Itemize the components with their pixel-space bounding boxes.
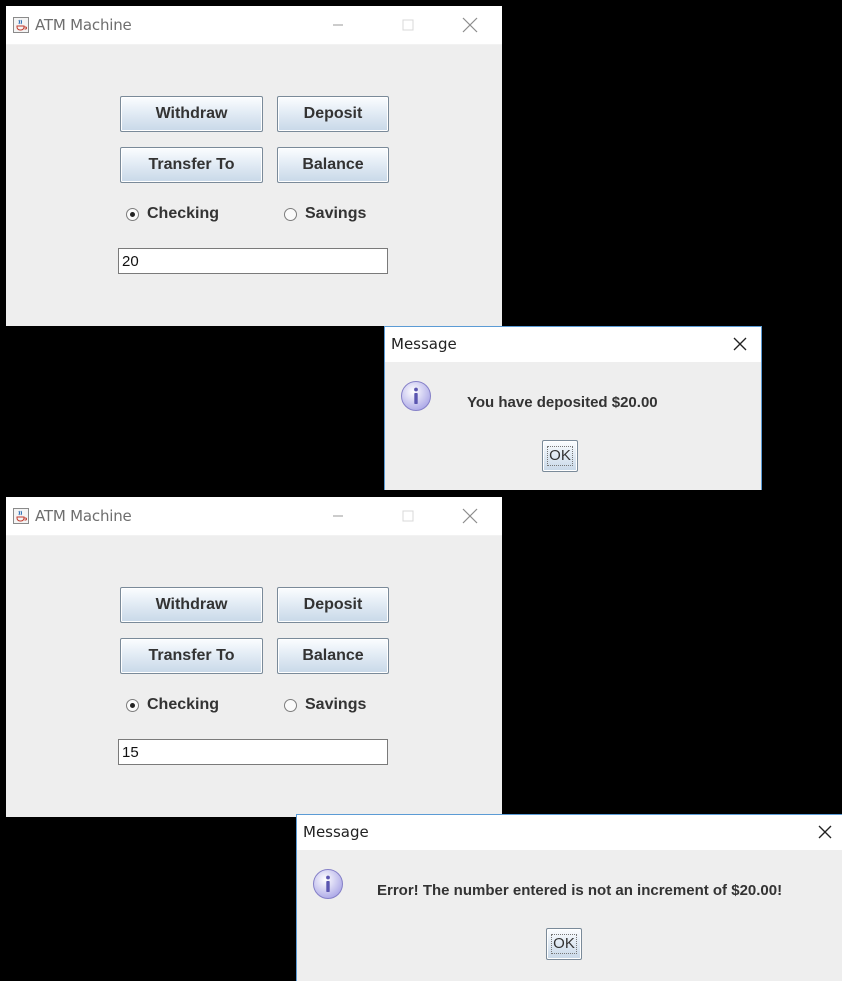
atm-window: ATM Machine Withdraw Deposit Transfer To… bbox=[6, 497, 502, 817]
radio-selected-indicator[interactable] bbox=[126, 698, 139, 712]
screenshot-deposit-error: ATM Machine Withdraw Deposit Transfer To… bbox=[0, 491, 842, 981]
radio-unselected-indicator[interactable] bbox=[284, 207, 297, 221]
maximize-icon[interactable] bbox=[394, 503, 422, 529]
message-dialog: Message You have deposited $20.00 OK bbox=[384, 326, 762, 490]
radio-selected-indicator[interactable] bbox=[126, 207, 139, 221]
screenshot-deposit-success: ATM Machine Withdraw Deposit Transfer To… bbox=[0, 0, 842, 490]
amount-input[interactable] bbox=[118, 248, 388, 274]
radio-unselected-indicator[interactable] bbox=[284, 698, 297, 712]
title-bar: ATM Machine bbox=[6, 6, 502, 45]
checking-label: Checking bbox=[147, 205, 220, 222]
close-icon[interactable] bbox=[456, 12, 484, 38]
atm-window: ATM Machine Withdraw Deposit Transfer To… bbox=[6, 6, 502, 326]
balance-button[interactable]: Balance bbox=[277, 147, 389, 183]
balance-button[interactable]: Balance bbox=[277, 638, 389, 674]
savings-radio[interactable]: Savings bbox=[284, 205, 366, 223]
window-title: ATM Machine bbox=[35, 16, 132, 34]
checking-radio[interactable]: Checking bbox=[126, 696, 219, 714]
title-bar: ATM Machine bbox=[6, 497, 502, 536]
savings-radio[interactable]: Savings bbox=[284, 696, 366, 714]
ok-button[interactable]: OK bbox=[546, 928, 582, 960]
withdraw-button[interactable]: Withdraw bbox=[120, 96, 263, 132]
java-cup-icon bbox=[13, 17, 29, 33]
dialog-message: You have deposited $20.00 bbox=[467, 394, 658, 411]
minimize-icon[interactable] bbox=[324, 503, 352, 529]
minimize-icon[interactable] bbox=[324, 12, 352, 38]
dialog-title: Message bbox=[303, 823, 369, 841]
java-cup-icon bbox=[13, 508, 29, 524]
transfer-to-button[interactable]: Transfer To bbox=[120, 147, 263, 183]
message-dialog: Message Error! The number entered is not… bbox=[296, 814, 842, 981]
ok-label: OK bbox=[547, 446, 573, 466]
savings-label: Savings bbox=[305, 696, 367, 713]
amount-input[interactable] bbox=[118, 739, 388, 765]
dialog-title-bar: Message bbox=[385, 327, 761, 362]
window-title: ATM Machine bbox=[35, 507, 132, 525]
checking-radio[interactable]: Checking bbox=[126, 205, 219, 223]
ok-label: OK bbox=[551, 934, 577, 954]
transfer-to-button[interactable]: Transfer To bbox=[120, 638, 263, 674]
close-icon[interactable] bbox=[814, 821, 836, 843]
withdraw-button[interactable]: Withdraw bbox=[120, 587, 263, 623]
dialog-title: Message bbox=[391, 335, 457, 353]
close-icon[interactable] bbox=[456, 503, 484, 529]
close-icon[interactable] bbox=[729, 333, 751, 355]
savings-label: Savings bbox=[305, 205, 367, 222]
info-icon bbox=[312, 868, 344, 900]
dialog-title-bar: Message bbox=[297, 815, 842, 850]
maximize-icon[interactable] bbox=[394, 12, 422, 38]
dialog-message: Error! The number entered is not an incr… bbox=[377, 882, 783, 899]
info-icon bbox=[400, 380, 432, 412]
deposit-button[interactable]: Deposit bbox=[277, 587, 389, 623]
deposit-button[interactable]: Deposit bbox=[277, 96, 389, 132]
checking-label: Checking bbox=[147, 696, 220, 713]
ok-button[interactable]: OK bbox=[542, 440, 578, 472]
